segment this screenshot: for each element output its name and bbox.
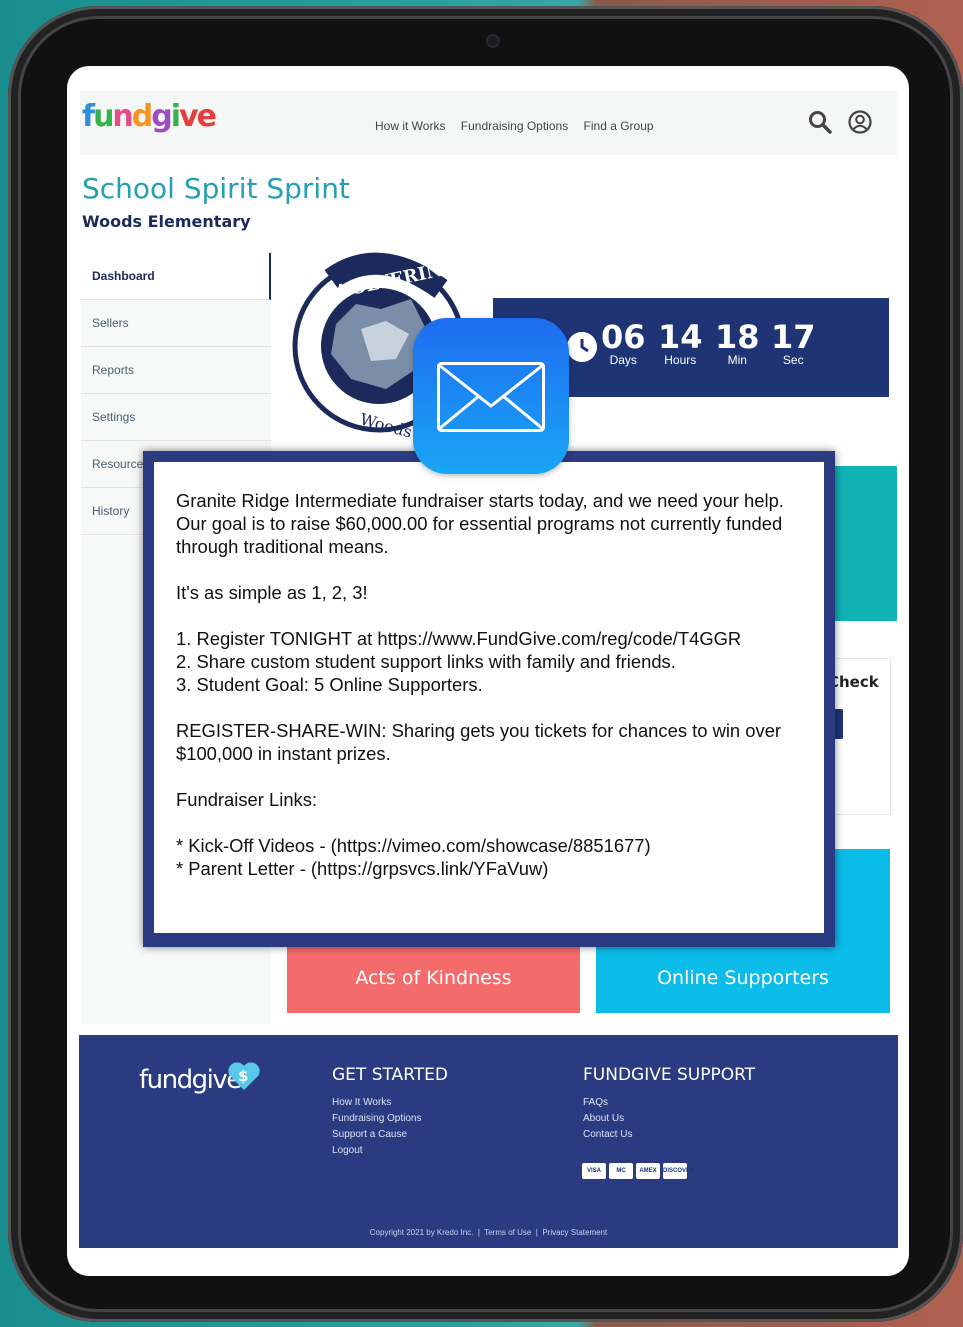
footer-legal: Copyright 2021 by Kredo Inc. | Terms of … <box>369 1228 608 1237</box>
privacy-link[interactable]: Privacy Statement <box>542 1228 607 1237</box>
footer-logo[interactable]: fundgive <box>139 1065 242 1095</box>
clock-icon <box>567 332 597 362</box>
mastercard-icon: MC <box>609 1163 633 1179</box>
countdown-seconds: 17 Sec <box>771 318 816 367</box>
front-camera <box>488 36 498 46</box>
fundgive-logo[interactable]: fundgive <box>82 99 217 134</box>
nav-fundraising-options[interactable]: Fundraising Options <box>461 119 568 133</box>
sidebar-item-dashboard[interactable]: Dashboard <box>81 253 271 300</box>
nav-how-it-works[interactable]: How it Works <box>375 119 445 133</box>
footer-link-contact-us[interactable]: Contact Us <box>583 1127 755 1143</box>
site-footer: fundgive $ GET STARTED How It Works Fund… <box>79 1035 898 1248</box>
site-header: fundgive How it Works Fundraising Option… <box>80 91 897 155</box>
online-supporters-label: Online Supporters <box>657 967 829 989</box>
sidebar-item-sellers[interactable]: Sellers <box>81 300 271 347</box>
countdown-hours: 14 Hours <box>658 318 703 367</box>
terms-link[interactable]: Terms of Use <box>484 1228 531 1237</box>
main-nav: How it Works Fundraising Options Find a … <box>375 119 666 133</box>
footer-link-support-a-cause[interactable]: Support a Cause <box>332 1127 448 1143</box>
message-popup-body: Granite Ridge Intermediate fundraiser st… <box>154 462 824 933</box>
footer-link-faqs[interactable]: FAQs <box>583 1095 755 1111</box>
envelope-icon <box>437 362 545 432</box>
svg-text:$: $ <box>238 1067 248 1085</box>
countdown-minutes: 18 Min <box>715 318 760 367</box>
page-title: School Spirit Sprint <box>82 172 350 205</box>
account-icon[interactable] <box>847 109 873 135</box>
visa-icon: VISA <box>582 1163 606 1179</box>
check-card-button[interactable] <box>834 709 843 739</box>
copyright-text: Copyright 2021 by Kredo Inc. <box>369 1228 474 1237</box>
support-heading: FUNDGIVE SUPPORT <box>583 1065 756 1085</box>
mail-app-icon <box>413 318 569 474</box>
footer-get-started: GET STARTED How It Works Fundraising Opt… <box>332 1065 448 1159</box>
sidebar-item-reports[interactable]: Reports <box>81 347 271 394</box>
sidebar-item-settings[interactable]: Settings <box>81 394 271 441</box>
search-icon[interactable] <box>807 109 833 135</box>
footer-link-logout[interactable]: Logout <box>332 1143 448 1159</box>
message-popup: Granite Ridge Intermediate fundraiser st… <box>143 451 835 947</box>
amex-icon: AMEX <box>636 1163 660 1179</box>
footer-link-fundraising-options[interactable]: Fundraising Options <box>332 1111 448 1127</box>
acts-of-kindness-card[interactable]: Acts of Kindness <box>287 936 580 1013</box>
get-started-heading: GET STARTED <box>332 1065 448 1085</box>
nav-find-a-group[interactable]: Find a Group <box>584 119 654 133</box>
check-card-title: Check <box>828 673 879 691</box>
heart-dollar-icon: $ <box>228 1062 260 1090</box>
discover-icon: DISCOVER <box>663 1163 694 1179</box>
footer-link-about-us[interactable]: About Us <box>583 1111 755 1127</box>
page-subtitle: Woods Elementary <box>82 212 251 231</box>
footer-support: FUNDGIVE SUPPORT FAQs About Us Contact U… <box>583 1065 755 1143</box>
message-text: Granite Ridge Intermediate fundraiser st… <box>176 490 784 879</box>
countdown-days: 06 Days <box>601 318 646 367</box>
footer-link-how-it-works[interactable]: How It Works <box>332 1095 448 1111</box>
payment-cards: VISA MC AMEX DISCOVER <box>582 1163 694 1179</box>
